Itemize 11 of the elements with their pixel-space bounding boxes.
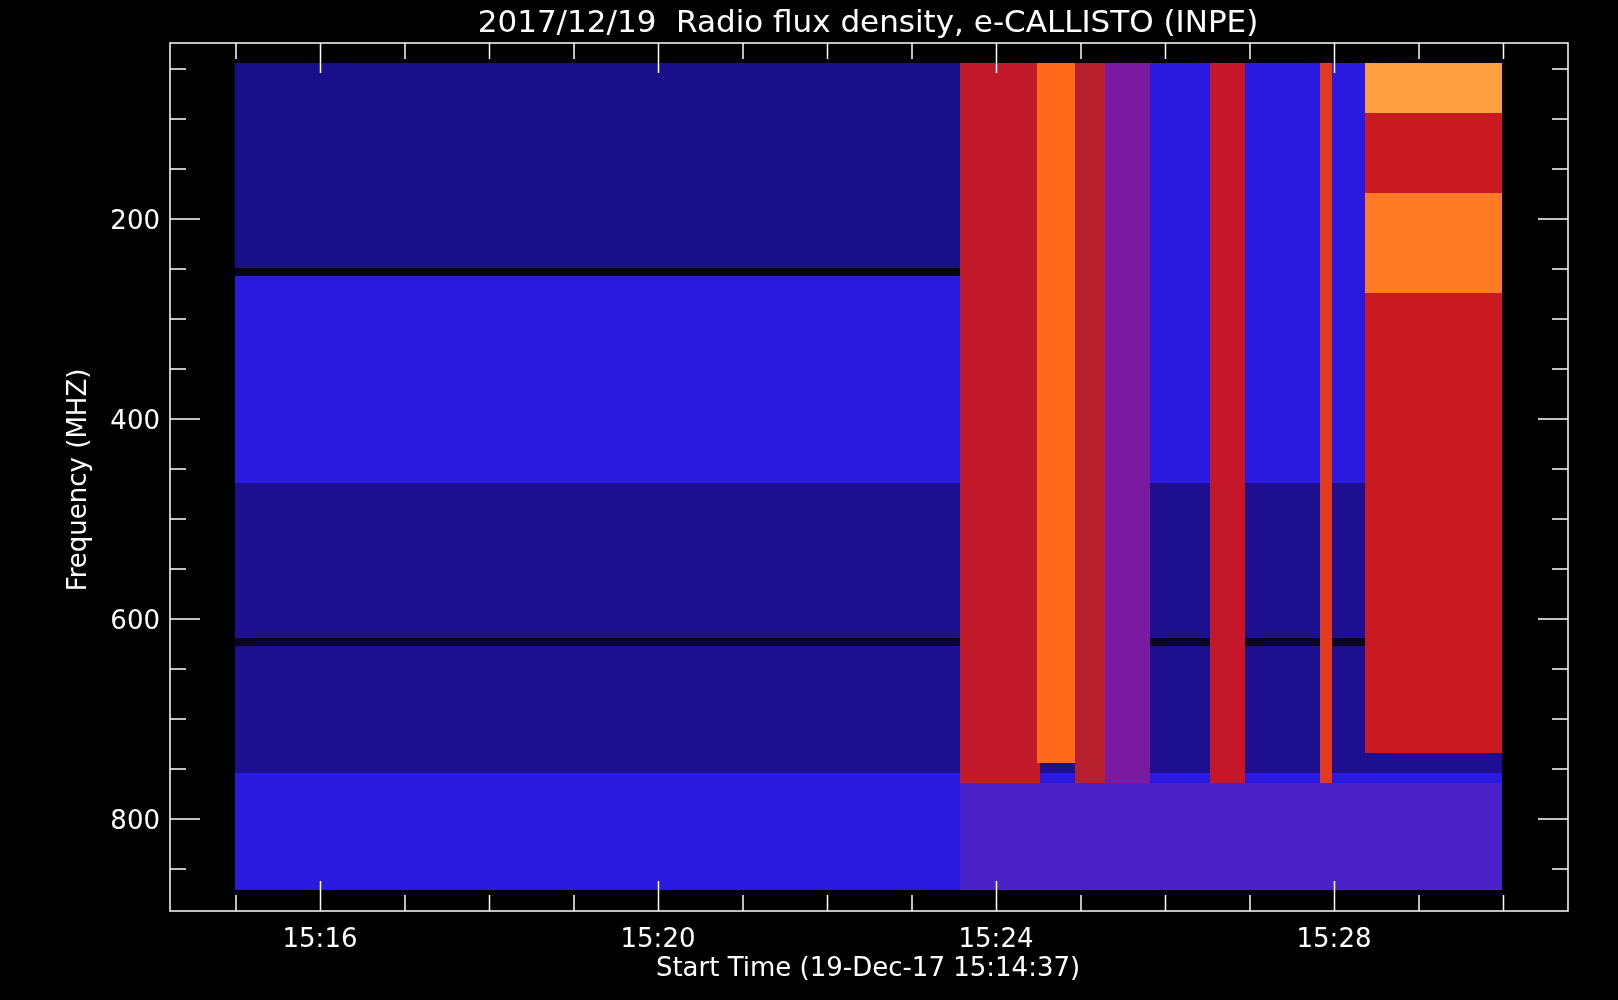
chart-title: 2017/12/19 Radio flux density, e-CALLISTO (INPE) bbox=[477, 3, 1259, 39]
y-tick-label: 800 bbox=[110, 805, 160, 835]
x-tick-label: 15:16 bbox=[282, 923, 358, 953]
x-tick-label: 15:28 bbox=[1296, 923, 1372, 953]
y-tick-label: 400 bbox=[110, 405, 160, 435]
x-axis-label: Start Time (19-Dec-17 15:14:37) bbox=[655, 952, 1081, 982]
x-tick-label: 15:20 bbox=[620, 923, 696, 953]
y-axis-label: Frequency (MHZ) bbox=[62, 368, 92, 592]
y-tick-label: 200 bbox=[110, 205, 160, 235]
y-tick-label: 600 bbox=[110, 605, 160, 635]
x-tick-label: 15:24 bbox=[958, 923, 1034, 953]
